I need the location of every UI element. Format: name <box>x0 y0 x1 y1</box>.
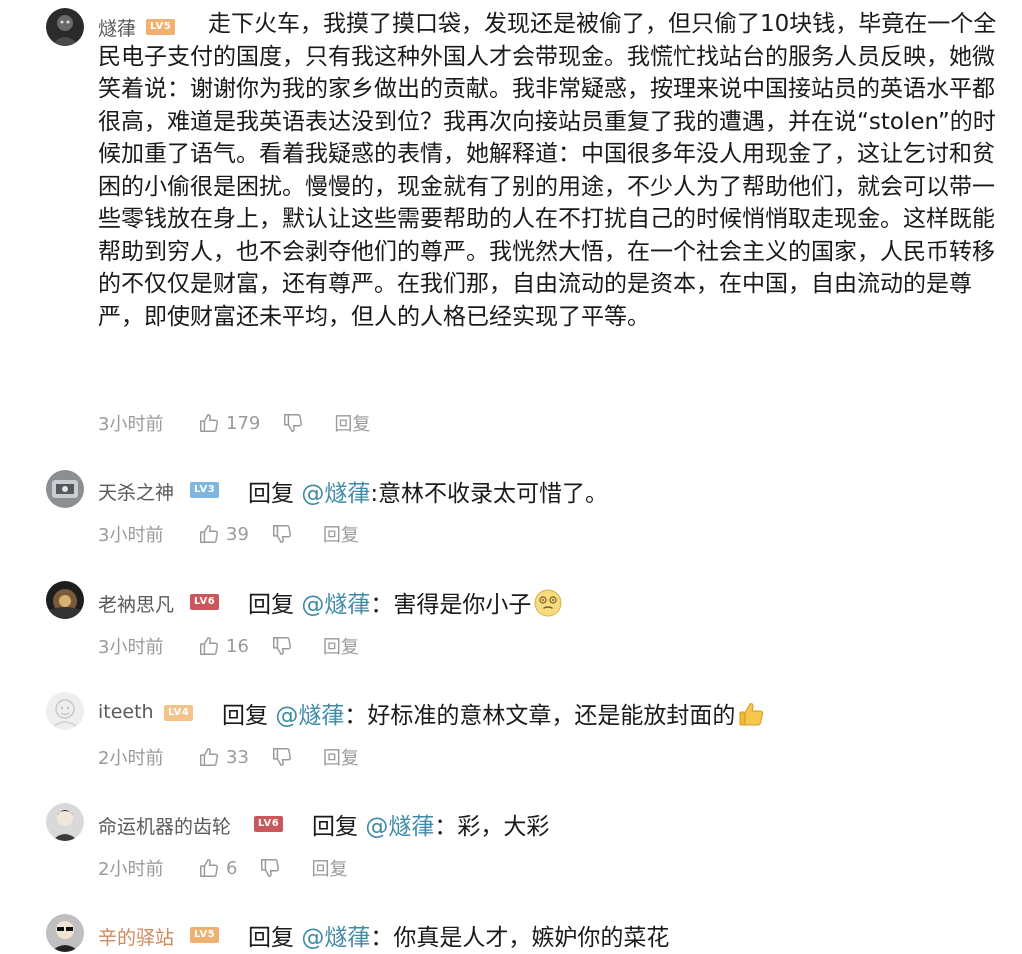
username[interactable]: 老衲思凡 <box>98 590 174 617</box>
avatar[interactable] <box>46 692 84 730</box>
like-count: 16 <box>226 635 249 657</box>
thumbs-up-emoji <box>739 703 764 726</box>
like-count: 39 <box>226 523 249 545</box>
thumbs-up-icon <box>200 525 218 543</box>
thumbs-up-icon <box>200 414 218 432</box>
level-badge: LV3 <box>190 482 220 498</box>
like-button[interactable]: 39 <box>198 523 249 545</box>
comment-actions: 2小时前 33 回复 <box>98 744 359 770</box>
comment-item: 天杀之神 LV3 回复 @燧葎:意林不收录太可惜了。 3小时前 39 回复 <box>0 466 1022 566</box>
mention-link[interactable]: @燧葎 <box>301 925 370 951</box>
level-badge: LV6 <box>190 594 220 610</box>
timestamp: 2小时前 <box>98 748 164 769</box>
dislike-button[interactable] <box>271 635 293 657</box>
reply-text: 回复 @燧葎:意林不收录太可惜了。 <box>248 474 608 508</box>
comment-item: 燧葎 LV5 走下火车，我摸了摸口袋，发现还是被偷了，但只偷了10块钱，毕竟在一… <box>0 0 1022 450</box>
username[interactable]: 辛的驿站 <box>98 923 174 950</box>
username[interactable]: iteeth <box>98 701 154 723</box>
reply-prefix: 回复 <box>312 814 358 840</box>
level-badge: LV6 <box>254 816 284 832</box>
mention-link[interactable]: @燧葎 <box>301 592 370 618</box>
like-button[interactable]: 6 <box>198 857 237 879</box>
level-badge: LV5 <box>190 927 220 943</box>
reply-text: 回复 @燧葎：好标准的意林文章，还是能放封面的 <box>222 696 767 730</box>
dislike-button[interactable] <box>271 523 293 545</box>
timestamp: 2小时前 <box>98 859 164 880</box>
reply-button[interactable]: 回复 <box>311 855 347 881</box>
reply-content: :意林不收录太可惜了。 <box>370 481 609 507</box>
reply-content: ：害得是你小子 <box>370 592 532 618</box>
comment-actions: 3小时前 39 回复 <box>98 521 359 547</box>
username[interactable]: 天杀之神 <box>98 478 174 505</box>
thumbs-up-icon <box>200 859 218 877</box>
dizzy-face-emoji <box>534 589 562 617</box>
mention-link[interactable]: @燧葎 <box>301 481 370 507</box>
like-button[interactable]: 33 <box>198 746 249 768</box>
like-count: 33 <box>226 746 249 768</box>
reply-button[interactable]: 回复 <box>323 744 359 770</box>
avatar[interactable] <box>46 581 84 619</box>
comment-item: 辛的驿站 LV5 回复 @燧葎：你真是人才，嫉妒你的菜花 <box>0 911 1022 954</box>
thumbs-down-icon <box>284 414 303 432</box>
reply-button[interactable]: 回复 <box>323 521 359 547</box>
avatar[interactable] <box>46 8 84 46</box>
avatar[interactable] <box>46 914 84 952</box>
reply-content: ：好标准的意林文章，还是能放封面的 <box>344 703 736 729</box>
like-count: 179 <box>226 412 261 434</box>
thumbs-down-icon <box>272 525 291 543</box>
thumbs-up-icon <box>200 637 218 655</box>
reply-text: 回复 @燧葎：害得是你小子 <box>248 585 563 619</box>
avatar[interactable] <box>46 470 84 508</box>
timestamp: 3小时前 <box>98 637 164 658</box>
reply-prefix: 回复 <box>248 592 294 618</box>
reply-text: 回复 @燧葎：你真是人才，嫉妒你的菜花 <box>248 918 669 952</box>
comment-text: 走下火车，我摸了摸口袋，发现还是被偷了，但只偷了10块钱，毕竟在一个全民电子支付… <box>98 11 997 330</box>
thumbs-down-icon <box>272 637 291 655</box>
mention-link[interactable]: @燧葎 <box>365 814 434 840</box>
like-button[interactable]: 16 <box>198 635 249 657</box>
timestamp: 3小时前 <box>98 525 164 546</box>
comment-actions: 3小时前 179 回复 <box>98 410 370 436</box>
reply-prefix: 回复 <box>222 703 268 729</box>
comment-item: 命运机器的齿轮 LV6 回复 @燧葎：彩，大彩 2小时前 6 回复 <box>0 800 1022 900</box>
reply-content: ：彩，大彩 <box>434 814 550 840</box>
like-button[interactable]: 179 <box>198 412 260 434</box>
like-count: 6 <box>226 857 238 879</box>
avatar[interactable] <box>46 803 84 841</box>
reply-prefix: 回复 <box>248 925 294 951</box>
reply-button[interactable]: 回复 <box>334 410 370 436</box>
dislike-button[interactable] <box>259 857 281 879</box>
comment-actions: 3小时前 16 回复 <box>98 633 359 659</box>
comment-item: 老衲思凡 LV6 回复 @燧葎：害得是你小子 3小时前 16 回复 <box>0 578 1022 678</box>
thumbs-down-icon <box>261 859 280 877</box>
dislike-button[interactable] <box>282 412 304 434</box>
thumbs-up-icon <box>200 748 218 766</box>
username[interactable]: 命运机器的齿轮 <box>98 812 231 839</box>
comment-item: iteeth LV4 回复 @燧葎：好标准的意林文章，还是能放封面的 2小时前 … <box>0 689 1022 789</box>
thumbs-down-icon <box>272 748 291 766</box>
reply-prefix: 回复 <box>248 481 294 507</box>
comment-actions: 2小时前 6 回复 <box>98 855 347 881</box>
reply-button[interactable]: 回复 <box>323 633 359 659</box>
dislike-button[interactable] <box>271 746 293 768</box>
reply-content: ：你真是人才，嫉妒你的菜花 <box>370 925 670 951</box>
reply-text: 回复 @燧葎：彩，大彩 <box>312 807 549 841</box>
timestamp: 3小时前 <box>98 414 164 435</box>
mention-link[interactable]: @燧葎 <box>275 703 344 729</box>
level-badge: LV4 <box>164 705 194 721</box>
